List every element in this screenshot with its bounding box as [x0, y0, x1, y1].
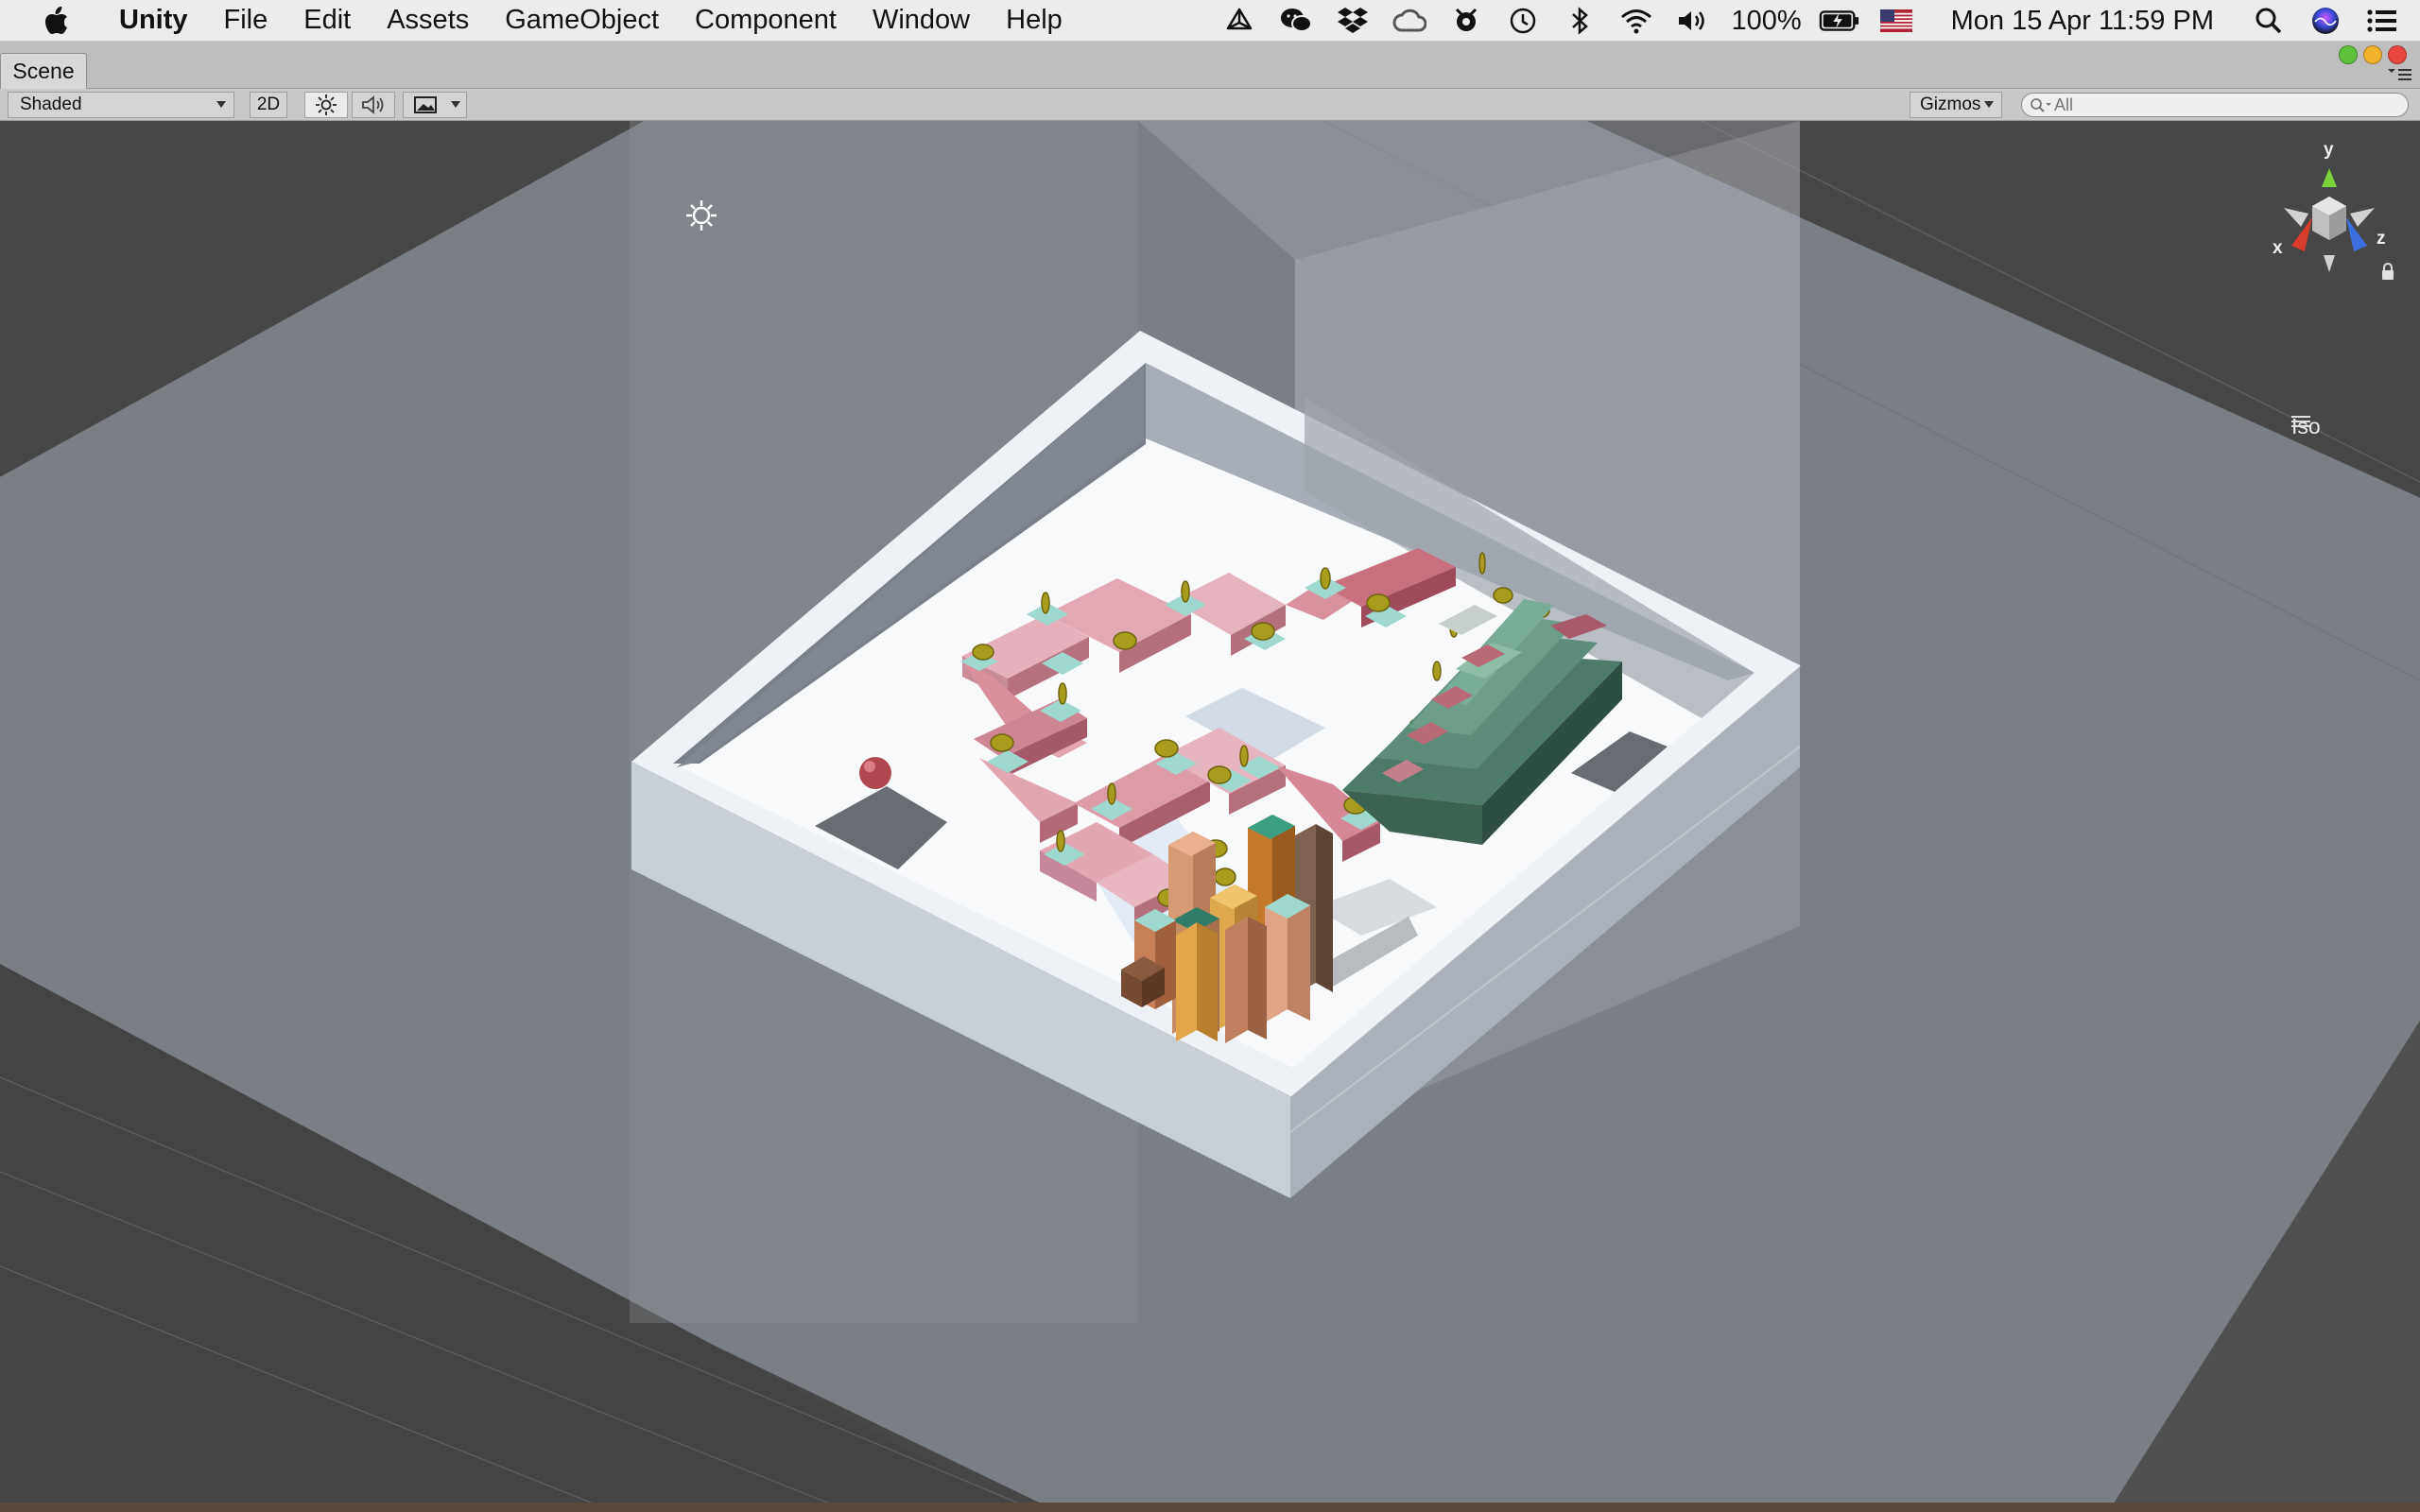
hierarchy-search-field[interactable] — [2021, 93, 2409, 117]
menu-gameobject[interactable]: GameObject — [487, 5, 677, 36]
chevron-down-icon — [216, 101, 226, 108]
image-icon — [414, 96, 437, 113]
chevron-down-icon — [451, 101, 460, 108]
speaker-icon — [362, 95, 384, 114]
lighting-toggle-button[interactable] — [304, 92, 348, 118]
menu-help[interactable]: Help — [988, 5, 1080, 36]
wechat-icon[interactable] — [1275, 0, 1317, 42]
scene-render[interactable] — [0, 121, 2420, 1512]
menu-assets[interactable]: Assets — [369, 5, 487, 36]
panel-menu-icon[interactable] — [2386, 66, 2412, 83]
battery-icon[interactable] — [1819, 0, 1860, 42]
macos-menu-bar: Unity File Edit Assets GameObject Compon… — [0, 0, 2420, 42]
notification-center-icon[interactable] — [2361, 0, 2403, 42]
axis-y-cone[interactable] — [2322, 168, 2337, 187]
lock-icon[interactable] — [2380, 263, 2395, 282]
2d-toggle-button[interactable]: 2D — [250, 92, 287, 118]
app-icon[interactable] — [1445, 0, 1487, 42]
draw-mode-label: Shaded — [20, 94, 82, 114]
menu-app-name[interactable]: Unity — [85, 5, 206, 36]
scene-tab-bar: Scene — [0, 42, 2420, 89]
gizmos-label: Gizmos — [1920, 94, 1981, 114]
panel-window-buttons — [2339, 45, 2407, 64]
siri-icon[interactable] — [2305, 0, 2346, 42]
close-button[interactable] — [2388, 45, 2407, 64]
wifi-icon[interactable] — [1616, 0, 1657, 42]
search-icon — [2031, 98, 2051, 112]
draw-mode-dropdown[interactable]: Shaded — [8, 92, 234, 118]
spotlight-icon[interactable] — [2248, 0, 2290, 42]
hamburger-icon — [2291, 416, 2310, 427]
clock[interactable]: Mon 15 Apr 11:59 PM — [1942, 6, 2223, 37]
axis-y-label: y — [2324, 140, 2334, 160]
unity-hub-icon[interactable] — [1219, 0, 1260, 42]
projection-toggle[interactable]: Iso — [2291, 414, 2321, 439]
scene-orientation-gizmo[interactable]: y x z — [2263, 140, 2395, 291]
creative-cloud-icon[interactable] — [1389, 0, 1430, 42]
chevron-down-icon — [1984, 101, 1994, 108]
scene-viewport[interactable]: y x z Iso — [0, 121, 2420, 1512]
menu-component[interactable]: Component — [677, 5, 855, 36]
effects-dropdown-button[interactable] — [403, 92, 467, 118]
menu-file[interactable]: File — [206, 5, 286, 36]
axis-z-label: z — [2377, 229, 2386, 249]
time-machine-icon[interactable] — [1502, 0, 1544, 42]
sun-icon — [316, 94, 337, 115]
bluetooth-icon[interactable] — [1559, 0, 1600, 42]
flag-icon[interactable] — [1876, 0, 1917, 42]
tab-scene[interactable]: Scene — [0, 53, 87, 89]
minimize-button[interactable] — [2363, 45, 2382, 64]
volume-icon[interactable] — [1672, 0, 1714, 42]
gizmos-dropdown[interactable]: Gizmos — [1910, 92, 2002, 118]
menu-edit[interactable]: Edit — [285, 5, 369, 36]
player-ball[interactable] — [859, 757, 891, 789]
desktop-strip — [0, 1503, 2420, 1512]
battery-percentage: 100% — [1731, 5, 1802, 36]
apple-menu-icon[interactable] — [28, 6, 85, 35]
gizmo-axes — [2284, 168, 2375, 272]
maximize-button[interactable] — [2339, 45, 2358, 64]
dropbox-icon[interactable] — [1332, 0, 1374, 42]
axis-x-label: x — [2273, 238, 2283, 258]
scene-toolbar: Shaded 2D Gizmos — [0, 89, 2420, 121]
menu-window[interactable]: Window — [855, 5, 988, 36]
search-input[interactable] — [2054, 94, 2376, 115]
audio-toggle-button[interactable] — [352, 92, 395, 118]
